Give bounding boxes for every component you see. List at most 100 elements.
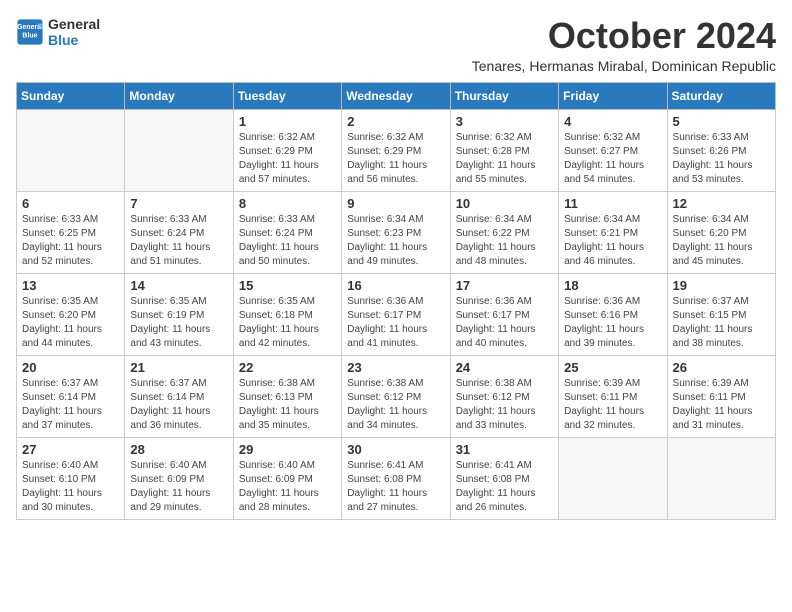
day-info: Sunrise: 6:36 AM Sunset: 6:17 PM Dayligh… bbox=[456, 295, 553, 351]
day-info: Sunrise: 6:32 AM Sunset: 6:28 PM Dayligh… bbox=[456, 131, 553, 187]
calendar-week-row: 27 Sunrise: 6:40 AM Sunset: 6:10 PM Dayli… bbox=[17, 437, 776, 519]
day-number: 20 bbox=[22, 360, 119, 375]
calendar-cell: 17 Sunrise: 6:36 AM Sunset: 6:17 PM Dayli… bbox=[450, 273, 558, 355]
calendar-cell: 1 Sunrise: 6:32 AM Sunset: 6:29 PM Daylig… bbox=[233, 109, 341, 191]
day-number: 12 bbox=[673, 196, 770, 211]
day-number: 4 bbox=[564, 114, 661, 129]
calendar-cell bbox=[559, 437, 667, 519]
calendar-cell: 30 Sunrise: 6:41 AM Sunset: 6:08 PM Dayli… bbox=[342, 437, 450, 519]
calendar-week-row: 1 Sunrise: 6:32 AM Sunset: 6:29 PM Daylig… bbox=[17, 109, 776, 191]
calendar-cell: 12 Sunrise: 6:34 AM Sunset: 6:20 PM Dayli… bbox=[667, 191, 775, 273]
calendar-cell: 18 Sunrise: 6:36 AM Sunset: 6:16 PM Dayli… bbox=[559, 273, 667, 355]
calendar-cell: 21 Sunrise: 6:37 AM Sunset: 6:14 PM Dayli… bbox=[125, 355, 233, 437]
calendar-cell bbox=[17, 109, 125, 191]
day-info: Sunrise: 6:37 AM Sunset: 6:14 PM Dayligh… bbox=[130, 377, 227, 433]
day-number: 19 bbox=[673, 278, 770, 293]
day-number: 17 bbox=[456, 278, 553, 293]
calendar-cell: 9 Sunrise: 6:34 AM Sunset: 6:23 PM Daylig… bbox=[342, 191, 450, 273]
day-number: 23 bbox=[347, 360, 444, 375]
day-number: 24 bbox=[456, 360, 553, 375]
day-number: 8 bbox=[239, 196, 336, 211]
day-number: 25 bbox=[564, 360, 661, 375]
calendar-cell: 7 Sunrise: 6:33 AM Sunset: 6:24 PM Daylig… bbox=[125, 191, 233, 273]
calendar-cell: 24 Sunrise: 6:38 AM Sunset: 6:12 PM Dayli… bbox=[450, 355, 558, 437]
page-header: General Blue General Blue October 2024 T… bbox=[16, 16, 776, 74]
calendar-cell bbox=[125, 109, 233, 191]
logo: General Blue General Blue bbox=[16, 16, 100, 48]
location: Tenares, Hermanas Mirabal, Dominican Rep… bbox=[472, 58, 776, 74]
day-info: Sunrise: 6:34 AM Sunset: 6:22 PM Dayligh… bbox=[456, 213, 553, 269]
calendar-week-row: 20 Sunrise: 6:37 AM Sunset: 6:14 PM Dayli… bbox=[17, 355, 776, 437]
day-number: 2 bbox=[347, 114, 444, 129]
calendar-cell: 28 Sunrise: 6:40 AM Sunset: 6:09 PM Dayli… bbox=[125, 437, 233, 519]
day-number: 21 bbox=[130, 360, 227, 375]
calendar-cell: 4Sunrise: 6:32 AM Sunset: 6:27 PM Daylig… bbox=[559, 109, 667, 191]
calendar-cell: 15 Sunrise: 6:35 AM Sunset: 6:18 PM Dayli… bbox=[233, 273, 341, 355]
day-info: Sunrise: 6:33 AM Sunset: 6:24 PM Dayligh… bbox=[239, 213, 336, 269]
day-info: Sunrise: 6:38 AM Sunset: 6:13 PM Dayligh… bbox=[239, 377, 336, 433]
calendar-cell: 11 Sunrise: 6:34 AM Sunset: 6:21 PM Dayli… bbox=[559, 191, 667, 273]
day-number: 22 bbox=[239, 360, 336, 375]
day-info: Sunrise: 6:38 AM Sunset: 6:12 PM Dayligh… bbox=[347, 377, 444, 433]
svg-text:Blue: Blue bbox=[22, 33, 37, 40]
month-title: October 2024 bbox=[472, 16, 776, 56]
calendar-cell: 3 Sunrise: 6:32 AM Sunset: 6:28 PM Daylig… bbox=[450, 109, 558, 191]
day-number: 28 bbox=[130, 442, 227, 457]
day-number: 14 bbox=[130, 278, 227, 293]
day-info: Sunrise: 6:40 AM Sunset: 6:09 PM Dayligh… bbox=[239, 459, 336, 515]
logo-line2: Blue bbox=[48, 32, 100, 48]
calendar-cell: 25 Sunrise: 6:39 AM Sunset: 6:11 PM Dayli… bbox=[559, 355, 667, 437]
day-info: Sunrise: 6:33 AM Sunset: 6:26 PM Dayligh… bbox=[673, 131, 770, 187]
day-number: 26 bbox=[673, 360, 770, 375]
day-number: 10 bbox=[456, 196, 553, 211]
day-number: 31 bbox=[456, 442, 553, 457]
title-block: October 2024 Tenares, Hermanas Mirabal, … bbox=[472, 16, 776, 74]
calendar-cell: 20 Sunrise: 6:37 AM Sunset: 6:14 PM Dayli… bbox=[17, 355, 125, 437]
day-number: 30 bbox=[347, 442, 444, 457]
calendar-cell: 14 Sunrise: 6:35 AM Sunset: 6:19 PM Dayli… bbox=[125, 273, 233, 355]
day-info: Sunrise: 6:32 AM Sunset: 6:29 PM Dayligh… bbox=[239, 131, 336, 187]
calendar-cell: 27 Sunrise: 6:40 AM Sunset: 6:10 PM Dayli… bbox=[17, 437, 125, 519]
day-number: 18 bbox=[564, 278, 661, 293]
calendar-cell bbox=[667, 437, 775, 519]
day-info: Sunrise: 6:34 AM Sunset: 6:20 PM Dayligh… bbox=[673, 213, 770, 269]
calendar-cell: 5 Sunrise: 6:33 AM Sunset: 6:26 PM Daylig… bbox=[667, 109, 775, 191]
logo-icon: General Blue bbox=[16, 18, 44, 46]
day-number: 7 bbox=[130, 196, 227, 211]
calendar-week-row: 13Sunrise: 6:35 AM Sunset: 6:20 PM Dayli… bbox=[17, 273, 776, 355]
day-info: Sunrise: 6:39 AM Sunset: 6:11 PM Dayligh… bbox=[673, 377, 770, 433]
day-info: Sunrise: 6:40 AM Sunset: 6:09 PM Dayligh… bbox=[130, 459, 227, 515]
calendar-cell: 6 Sunrise: 6:33 AM Sunset: 6:25 PM Daylig… bbox=[17, 191, 125, 273]
day-number: 11 bbox=[564, 196, 661, 211]
day-number: 9 bbox=[347, 196, 444, 211]
day-number: 1 bbox=[239, 114, 336, 129]
day-info: Sunrise: 6:33 AM Sunset: 6:25 PM Dayligh… bbox=[22, 213, 119, 269]
weekday-header-row: SundayMondayTuesdayWednesdayThursdayFrid… bbox=[17, 82, 776, 109]
day-info: Sunrise: 6:35 AM Sunset: 6:19 PM Dayligh… bbox=[130, 295, 227, 351]
day-info: Sunrise: 6:35 AM Sunset: 6:18 PM Dayligh… bbox=[239, 295, 336, 351]
calendar-table: SundayMondayTuesdayWednesdayThursdayFrid… bbox=[16, 82, 776, 520]
day-info: Sunrise: 6:33 AM Sunset: 6:24 PM Dayligh… bbox=[130, 213, 227, 269]
day-number: 6 bbox=[22, 196, 119, 211]
calendar-cell: 13Sunrise: 6:35 AM Sunset: 6:20 PM Dayli… bbox=[17, 273, 125, 355]
day-info: Sunrise: 6:34 AM Sunset: 6:23 PM Dayligh… bbox=[347, 213, 444, 269]
calendar-cell: 29Sunrise: 6:40 AM Sunset: 6:09 PM Dayli… bbox=[233, 437, 341, 519]
logo-line1: General bbox=[48, 16, 100, 32]
weekday-header: Thursday bbox=[450, 82, 558, 109]
day-info: Sunrise: 6:41 AM Sunset: 6:08 PM Dayligh… bbox=[347, 459, 444, 515]
day-info: Sunrise: 6:39 AM Sunset: 6:11 PM Dayligh… bbox=[564, 377, 661, 433]
day-number: 15 bbox=[239, 278, 336, 293]
day-info: Sunrise: 6:41 AM Sunset: 6:08 PM Dayligh… bbox=[456, 459, 553, 515]
calendar-cell: 22 Sunrise: 6:38 AM Sunset: 6:13 PM Dayli… bbox=[233, 355, 341, 437]
day-info: Sunrise: 6:34 AM Sunset: 6:21 PM Dayligh… bbox=[564, 213, 661, 269]
calendar-cell: 26 Sunrise: 6:39 AM Sunset: 6:11 PM Dayli… bbox=[667, 355, 775, 437]
day-info: Sunrise: 6:37 AM Sunset: 6:14 PM Dayligh… bbox=[22, 377, 119, 433]
day-info: Sunrise: 6:36 AM Sunset: 6:16 PM Dayligh… bbox=[564, 295, 661, 351]
day-number: 27 bbox=[22, 442, 119, 457]
day-info: Sunrise: 6:40 AM Sunset: 6:10 PM Dayligh… bbox=[22, 459, 119, 515]
day-info: Sunrise: 6:38 AM Sunset: 6:12 PM Dayligh… bbox=[456, 377, 553, 433]
day-number: 5 bbox=[673, 114, 770, 129]
day-info: Sunrise: 6:37 AM Sunset: 6:15 PM Dayligh… bbox=[673, 295, 770, 351]
day-number: 3 bbox=[456, 114, 553, 129]
day-number: 13 bbox=[22, 278, 119, 293]
